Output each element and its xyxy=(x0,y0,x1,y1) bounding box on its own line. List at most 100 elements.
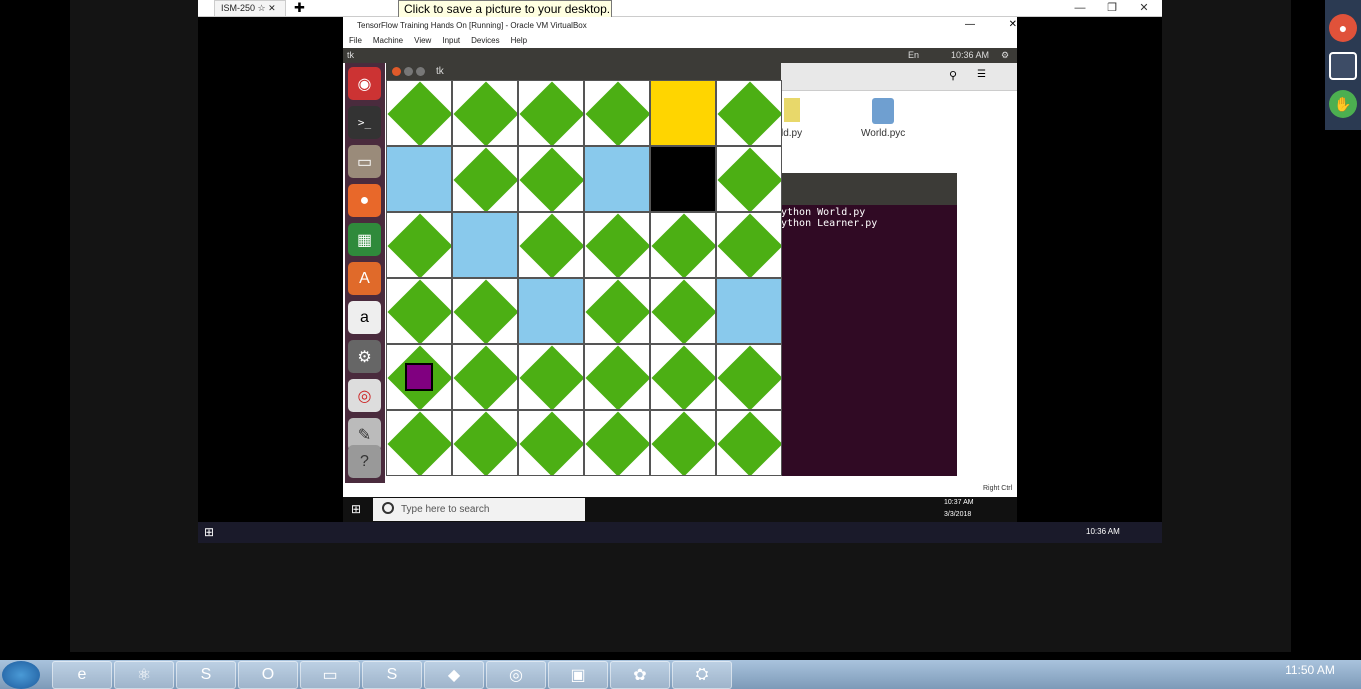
list-view-icon[interactable]: ☰ xyxy=(977,69,986,80)
diamond-tile xyxy=(585,213,649,277)
screen: ● ✋ ISM-250 ☆ ✕ ✚ Click to save a pictur… xyxy=(0,0,1361,689)
grid-cell xyxy=(386,212,452,278)
explorer-icon[interactable]: ▭ xyxy=(300,661,360,689)
outlook-icon[interactable]: O xyxy=(238,661,298,689)
vbox-title: TensorFlow Training Hands On [Running] -… xyxy=(343,17,1017,34)
menu-machine[interactable]: Machine xyxy=(373,36,403,45)
remote-titlebar xyxy=(198,0,1162,17)
network-icon[interactable]: ▣ xyxy=(548,661,608,689)
grid-cell xyxy=(584,344,650,410)
diamond-tile xyxy=(453,147,517,211)
grid-cell xyxy=(716,212,782,278)
remote-taskbar xyxy=(198,522,1162,543)
diamond-tile xyxy=(519,147,583,211)
chrome-icon[interactable]: ◎ xyxy=(486,661,546,689)
minimize-icon[interactable]: — xyxy=(1070,1,1090,15)
gear-icon[interactable]: ⚙ xyxy=(1001,48,1009,63)
menu-view[interactable]: View xyxy=(414,36,431,45)
vbox-statusbar: Right Ctrl xyxy=(343,483,1017,497)
calc-icon[interactable]: ▦ xyxy=(348,223,381,256)
close-icon[interactable]: ✕ xyxy=(1134,1,1154,15)
guest-clock-date: 3/3/2018 xyxy=(944,511,972,518)
menu-input[interactable]: Input xyxy=(442,36,460,45)
lang-indicator[interactable]: En xyxy=(908,48,919,63)
vbox-menu: File Machine View Input Devices Help xyxy=(343,34,1017,48)
diamond-tile xyxy=(387,279,451,343)
start-orb-icon[interactable] xyxy=(2,661,40,689)
pyc-file-icon[interactable] xyxy=(872,98,894,124)
py-file-icon[interactable] xyxy=(784,98,800,122)
grid-world xyxy=(386,80,782,476)
help-icon[interactable]: ? xyxy=(348,445,381,478)
restore-icon[interactable]: ❐ xyxy=(1102,1,1122,15)
sublime-icon[interactable]: S xyxy=(176,661,236,689)
guest-clock-time: 10:37 AM xyxy=(944,499,974,506)
grid-cell xyxy=(716,278,782,344)
grid-cell xyxy=(386,146,452,212)
terminal-header xyxy=(781,173,957,205)
grid-cell xyxy=(452,278,518,344)
grid-cell xyxy=(584,410,650,476)
remote-start-icon[interactable]: ⊞ xyxy=(204,525,214,539)
tk-close-icon[interactable] xyxy=(392,67,401,76)
menu-devices[interactable]: Devices xyxy=(471,36,499,45)
tab-label: ISM-250 xyxy=(221,3,256,13)
grid-cell xyxy=(650,410,716,476)
python-icon[interactable]: ⛭ xyxy=(672,661,732,689)
settings-icon[interactable]: ⚙ xyxy=(348,340,381,373)
diamond-tile xyxy=(585,81,649,145)
grid-cell xyxy=(518,212,584,278)
diamond-tile xyxy=(387,213,451,277)
diamond-tile xyxy=(453,81,517,145)
diamond-tile xyxy=(651,279,715,343)
tab-ism[interactable]: ISM-250 ☆ ✕ xyxy=(214,0,286,16)
tk-window-titlebar: tk xyxy=(386,63,781,80)
atom-icon[interactable]: ⚛ xyxy=(114,661,174,689)
grid-cell xyxy=(518,410,584,476)
grid-cell xyxy=(650,80,716,146)
diamond-tile xyxy=(519,411,583,475)
mic-icon[interactable]: ● xyxy=(1329,14,1357,42)
firefox-icon[interactable]: ● xyxy=(348,184,381,217)
diamond-tile xyxy=(519,345,583,409)
menu-help[interactable]: Help xyxy=(511,36,527,45)
windows-start-icon[interactable]: ⊞ xyxy=(351,502,361,516)
grid-cell xyxy=(518,344,584,410)
software-center-icon[interactable]: A xyxy=(348,262,381,295)
top-clock[interactable]: 10:36 AM xyxy=(951,48,989,63)
menu-file[interactable]: File xyxy=(349,36,362,45)
chrome-icon[interactable]: ◎ xyxy=(348,379,381,412)
file-name[interactable]: ld.py xyxy=(781,128,802,139)
amazon-icon[interactable]: a xyxy=(348,301,381,334)
tk-maximize-icon[interactable] xyxy=(416,67,425,76)
diamond-tile xyxy=(717,147,781,211)
ubuntu-logo-icon[interactable]: ◉ xyxy=(348,67,381,100)
skype-icon[interactable]: S xyxy=(362,661,422,689)
diamond-tile xyxy=(519,81,583,145)
ie-icon[interactable]: e xyxy=(52,661,112,689)
file-toolbar: ⚲ ☰ xyxy=(781,63,1017,91)
grid-cell xyxy=(518,146,584,212)
files-icon[interactable]: ▭ xyxy=(348,145,381,178)
search-icon[interactable]: ⚲ xyxy=(949,69,957,82)
vbox-close-icon[interactable]: ✕ xyxy=(965,19,1017,30)
grid-cell xyxy=(716,146,782,212)
diamond-tile xyxy=(651,411,715,475)
window-icon[interactable] xyxy=(1329,52,1357,80)
grid-cell xyxy=(452,80,518,146)
diamond-tile xyxy=(717,345,781,409)
cortana-icon[interactable] xyxy=(382,502,394,514)
file-name[interactable]: World.pyc xyxy=(861,128,905,139)
grid-cell xyxy=(452,146,518,212)
terminal-icon[interactable]: >_ xyxy=(348,106,381,139)
host-clock[interactable]: 11:50 AM xyxy=(1270,663,1350,677)
settings-icon[interactable]: ✿ xyxy=(610,661,670,689)
tk-minimize-icon[interactable] xyxy=(404,67,413,76)
git-icon[interactable]: ◆ xyxy=(424,661,484,689)
diamond-tile xyxy=(453,411,517,475)
hand-icon[interactable]: ✋ xyxy=(1329,90,1357,118)
diamond-tile xyxy=(453,345,517,409)
guest-search[interactable]: Type here to search xyxy=(373,498,585,521)
new-tab-icon[interactable]: ✚ xyxy=(294,0,305,15)
grid-cell xyxy=(518,80,584,146)
